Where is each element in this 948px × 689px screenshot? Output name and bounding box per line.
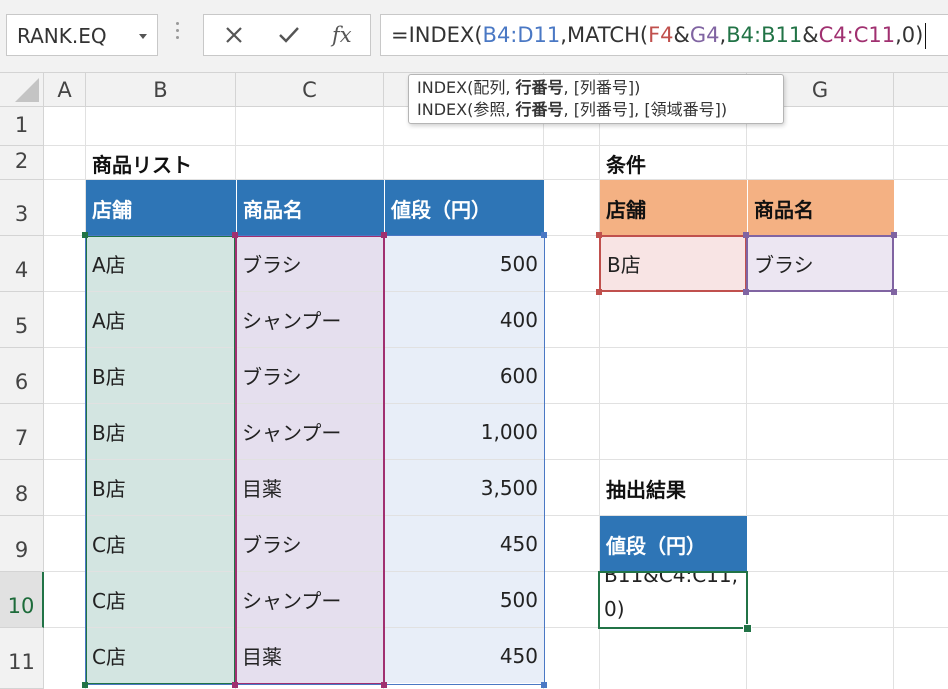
name-box-value: RANK.EQ [17, 24, 107, 48]
cell-store[interactable]: C店 [86, 516, 236, 571]
formula-token: G4 [689, 23, 720, 47]
formula-token: & [802, 23, 819, 47]
column-header-b[interactable]: B [86, 73, 236, 107]
range-handle[interactable] [891, 232, 897, 238]
range-handle[interactable] [596, 289, 602, 295]
active-cell-text-line1: B11&C4:C11, [604, 571, 738, 587]
column-header-a[interactable]: A [44, 73, 86, 107]
result-header-price[interactable]: 値段（円） [600, 516, 747, 572]
range-handle[interactable] [541, 682, 547, 688]
insert-function-button[interactable]: fx [332, 23, 352, 47]
formula-bar: RANK.EQ fx =INDEX(B4:D11,MATCH(F4&G4,B4:… [0, 0, 948, 73]
header-price[interactable]: 値段（円） [384, 180, 544, 236]
cell-store[interactable]: B店 [86, 404, 236, 459]
chevron-down-icon[interactable] [139, 34, 147, 39]
cell-product[interactable]: 目薬 [236, 628, 384, 683]
name-box[interactable]: RANK.EQ [6, 14, 158, 56]
formula-token: & [673, 23, 690, 47]
select-all-corner[interactable] [0, 73, 44, 107]
row-header-3[interactable]: 3 [0, 180, 44, 236]
cell-store[interactable]: C店 [86, 572, 236, 627]
cell-product[interactable]: 目薬 [236, 460, 384, 515]
row-header-10[interactable]: 10 [0, 572, 44, 628]
row-header-7[interactable]: 7 [0, 404, 44, 460]
range-handle[interactable] [891, 289, 897, 295]
active-cell-f10[interactable]: B11&C4:C11, 0) [598, 571, 748, 629]
formula-buttons: fx [203, 14, 371, 56]
range-handle[interactable] [82, 682, 88, 688]
check-icon[interactable] [266, 15, 310, 55]
row-header-5[interactable]: 5 [0, 292, 44, 348]
range-handle[interactable] [596, 232, 602, 238]
range-handle[interactable] [743, 289, 749, 295]
column-header-c[interactable]: C [236, 73, 384, 107]
range-handle[interactable] [541, 232, 547, 238]
formula-token: C4:C11 [818, 23, 896, 47]
close-icon[interactable] [212, 15, 256, 55]
cell-price[interactable]: 1,000 [384, 404, 544, 459]
conditions-title[interactable]: 条件 [600, 146, 746, 180]
formula-input[interactable]: =INDEX(B4:D11,MATCH(F4&G4,B4:B11&C4:C11,… [380, 14, 948, 56]
cell-product[interactable]: シャンプー [236, 404, 384, 459]
cell-price[interactable]: 450 [384, 516, 544, 571]
result-title[interactable]: 抽出結果 [600, 460, 746, 516]
row-header-8[interactable]: 8 [0, 460, 44, 516]
formula-token: B4:D11 [482, 23, 561, 47]
text-caret [925, 23, 927, 49]
formula-token: ,MATCH( [560, 23, 649, 47]
tooltip-line-1[interactable]: INDEX(配列, 行番号, [列番号]) [417, 77, 775, 99]
cell-product[interactable]: ブラシ [236, 516, 384, 571]
condition-product-value[interactable]: ブラシ [746, 235, 894, 292]
formula-token: ,0) [895, 23, 924, 47]
range-handle[interactable] [82, 232, 88, 238]
header-product[interactable]: 商品名 [236, 180, 384, 236]
condition-header-product[interactable]: 商品名 [747, 180, 894, 236]
cell-price[interactable]: 500 [384, 236, 544, 291]
condition-header-store[interactable]: 店舗 [600, 180, 747, 236]
cell-price[interactable]: 400 [384, 292, 544, 347]
cell-store[interactable]: B店 [86, 348, 236, 403]
drag-handle-icon[interactable] [176, 22, 180, 46]
range-handle[interactable] [381, 232, 387, 238]
cell-store[interactable]: B店 [86, 460, 236, 515]
select-all-triangle-icon [15, 78, 39, 102]
formula-token: =INDEX( [391, 23, 483, 47]
cell-product[interactable]: シャンプー [236, 572, 384, 627]
row-header-9[interactable]: 9 [0, 516, 44, 572]
cell-price[interactable]: 3,500 [384, 460, 544, 515]
active-cell-text-line2: 0) [604, 597, 625, 621]
range-handle[interactable] [232, 682, 238, 688]
row-header-4[interactable]: 4 [0, 236, 44, 292]
range-handle[interactable] [381, 682, 387, 688]
function-tooltip: INDEX(配列, 行番号, [列番号]) INDEX(参照, 行番号, [列番… [408, 74, 784, 124]
column-header-h[interactable] [894, 73, 948, 107]
formula-text: =INDEX(B4:D11,MATCH(F4&G4,B4:B11&C4:C11,… [391, 23, 923, 47]
cell-product[interactable]: シャンプー [236, 292, 384, 347]
cell-price[interactable]: 500 [384, 572, 544, 627]
header-store[interactable]: 店舗 [86, 180, 236, 236]
condition-store-value[interactable]: B店 [599, 235, 747, 292]
product-list-title[interactable]: 商品リスト [86, 146, 286, 180]
row-header-6[interactable]: 6 [0, 348, 44, 404]
cell-product[interactable]: ブラシ [236, 348, 384, 403]
range-handle[interactable] [232, 232, 238, 238]
cell-price[interactable]: 600 [384, 348, 544, 403]
cell-price[interactable]: 450 [384, 628, 544, 683]
range-handle[interactable] [743, 232, 749, 238]
cell-store[interactable]: A店 [86, 292, 236, 347]
cell-product[interactable]: ブラシ [236, 236, 384, 291]
formula-token: B4:B11 [726, 23, 803, 47]
formula-token: F4 [648, 23, 674, 47]
row-header-1[interactable]: 1 [0, 107, 44, 146]
cell-store[interactable]: A店 [86, 236, 236, 291]
row-header-11[interactable]: 11 [0, 628, 44, 689]
cell-store[interactable]: C店 [86, 628, 236, 683]
row-header-2[interactable]: 2 [0, 146, 44, 180]
fill-handle[interactable] [743, 624, 752, 633]
tooltip-line-2[interactable]: INDEX(参照, 行番号, [列番号], [領域番号]) [417, 99, 775, 121]
